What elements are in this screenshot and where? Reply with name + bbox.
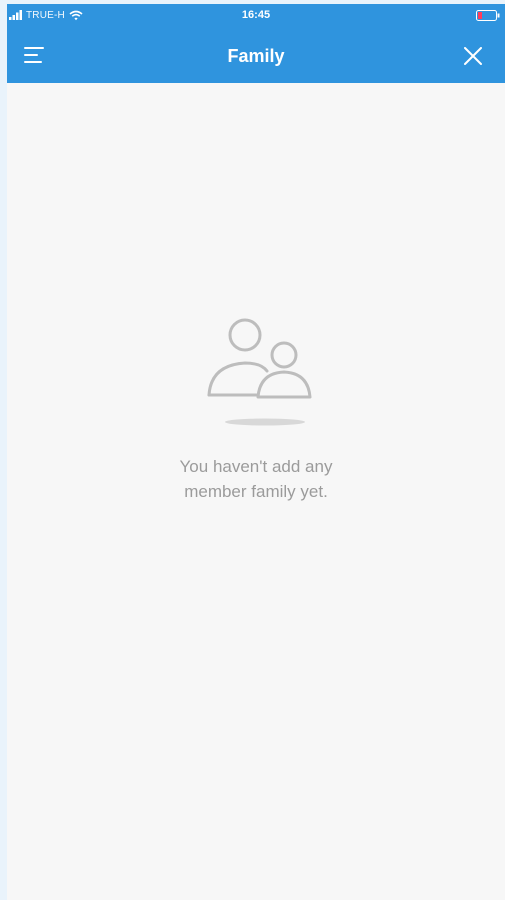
clock: 16:45 (241, 9, 271, 21)
close-icon (464, 47, 482, 65)
page-title: Family (227, 46, 285, 66)
empty-message-line-1: You haven't add any (179, 457, 333, 476)
status-bar: TRUE-H 16:45 (7, 4, 505, 26)
family-members-icon (207, 318, 312, 426)
battery-low-icon (476, 10, 500, 21)
empty-message-line-2: member family yet. (184, 482, 328, 501)
close-button[interactable] (464, 47, 482, 65)
nav-bar: Family (7, 26, 505, 83)
header: TRUE-H 16:45 Family (7, 4, 505, 83)
app-screen: TRUE-H 16:45 Family You haven't add any … (7, 4, 505, 900)
empty-message: You haven't add any member family yet. (7, 454, 505, 504)
